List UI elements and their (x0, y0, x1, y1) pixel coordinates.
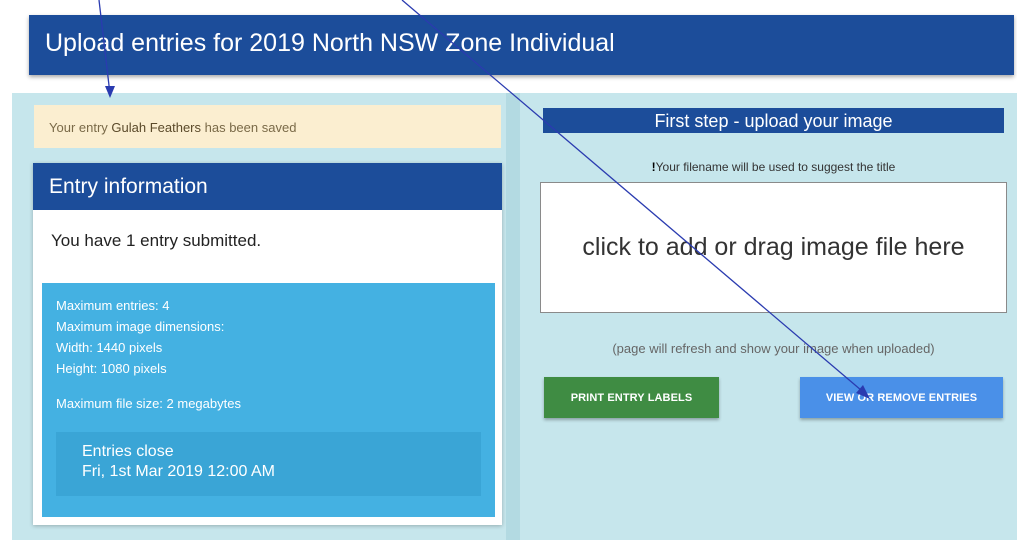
refresh-note: (page will refresh and show your image w… (612, 341, 935, 356)
filename-note: !Your filename will be used to suggest t… (540, 160, 1007, 174)
entry-info-card: Entry information You have 1 entry submi… (33, 163, 502, 525)
entries-submitted-text: You have 1 entry submitted. (51, 231, 262, 250)
page-header: Upload entries for 2019 North NSW Zone I… (29, 15, 1014, 75)
view-remove-entries-button[interactable]: VIEW OR REMOVE ENTRIES (800, 377, 1003, 418)
saved-alert-text: Your entry Gulah Feathers has been saved (49, 120, 296, 135)
entries-close-label: Entries close (82, 443, 174, 460)
entries-close-date: Fri, 1st Mar 2019 12:00 AM (82, 463, 275, 480)
filename-note-text: Your filename will be used to suggest th… (655, 160, 896, 174)
upload-step-header: First step - upload your image (543, 108, 1004, 133)
max-width-text: Width: 1440 pixels (56, 340, 163, 355)
saved-alert: Your entry Gulah Feathers has been saved (34, 105, 501, 148)
entry-info-title: Entry information (49, 175, 208, 198)
print-entry-labels-button[interactable]: PRINT ENTRY LABELS (544, 377, 719, 418)
saved-alert-prefix: Your entry (49, 120, 112, 135)
entry-limits-box: Maximum entries: 4 Maximum image dimensi… (42, 283, 495, 517)
saved-alert-suffix: has been saved (201, 120, 297, 135)
dropzone-label: click to add or drag image file here (582, 233, 965, 261)
max-file-size-text: Maximum file size: 2 megabytes (56, 396, 241, 411)
page-title: Upload entries for 2019 North NSW Zone I… (45, 29, 615, 57)
max-dimensions-text: Maximum image dimensions: (56, 319, 225, 334)
page: Upload entries for 2019 North NSW Zone I… (0, 0, 1017, 540)
entries-close-box: Entries close Fri, 1st Mar 2019 12:00 AM (56, 432, 481, 496)
image-dropzone[interactable]: click to add or drag image file here (540, 182, 1007, 313)
saved-entry-name: Gulah Feathers (111, 120, 202, 135)
max-entries-text: Maximum entries: 4 (56, 298, 170, 313)
max-height-text: Height: 1080 pixels (56, 361, 167, 376)
upload-step-title: First step - upload your image (654, 111, 893, 131)
entry-info-header: Entry information (33, 163, 502, 210)
column-divider (506, 93, 520, 540)
